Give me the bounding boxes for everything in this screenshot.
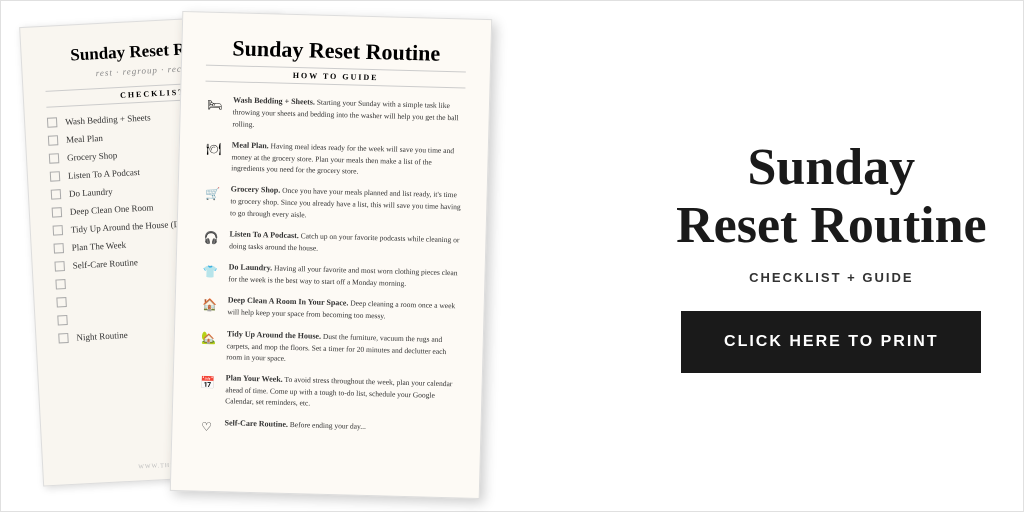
laundry-icon: 👕 — [200, 262, 221, 283]
checkbox — [52, 208, 63, 219]
checkbox — [50, 172, 61, 183]
guide-item: 🛏 Wash Bedding + Sheets. Starting your S… — [204, 94, 465, 135]
checkbox — [56, 297, 67, 308]
guide-page: Sunday Reset Routine HOW TO GUIDE 🛏 Wash… — [170, 11, 492, 499]
checkbox — [54, 261, 65, 272]
guide-subtitle: HOW TO GUIDE — [205, 65, 465, 89]
cart-icon: 🛒 — [202, 184, 223, 205]
sub-label: CHECKLIST + GUIDE — [749, 270, 913, 285]
checkbox — [53, 226, 64, 237]
selfcare-icon: ♡ — [196, 417, 217, 438]
guide-item: 🎧 Listen To A Podcast. Catch up on your … — [201, 227, 462, 257]
documents-section: Sunday Reset Routine rest · regroup · re… — [1, 0, 640, 512]
guide-item: 🍽 Meal Plan. Having meal ideas ready for… — [203, 139, 464, 180]
checkbox — [49, 154, 60, 165]
podcast-icon: 🎧 — [201, 228, 222, 249]
calendar-icon: 📅 — [197, 373, 218, 394]
guide-item: 🛒 Grocery Shop. Once you have your meals… — [202, 183, 463, 224]
checkbox — [47, 118, 58, 129]
guide-item: ♡ Self-Care Routine. Before ending your … — [196, 416, 456, 444]
clean-icon: 🏠 — [199, 295, 220, 316]
checkbox — [58, 333, 69, 344]
tidy-icon: 🏡 — [199, 328, 220, 349]
right-panel: Sunday Reset Routine CHECKLIST + GUIDE C… — [640, 0, 1023, 512]
checkbox — [51, 190, 62, 201]
guide-item: 👕 Do Laundry. Having all your favorite a… — [200, 261, 461, 291]
checkbox — [48, 136, 59, 147]
guide-item: 🏡 Tidy Up Around the House. Dust the fur… — [198, 327, 459, 368]
bed-icon: 🛏 — [205, 95, 226, 116]
main-title: Sunday Reset Routine — [676, 139, 987, 253]
guide-item: 🏠 Deep Clean A Room In Your Space. Deep … — [199, 294, 460, 324]
checkbox — [57, 315, 68, 326]
print-button[interactable]: CLICK HERE TO PRINT — [681, 311, 981, 373]
checkbox — [55, 279, 66, 290]
guide-title: Sunday Reset Routine — [206, 35, 467, 68]
meal-icon: 🍽 — [203, 140, 224, 161]
guide-item: 📅 Plan Your Week. To avoid stress throug… — [197, 372, 458, 413]
checkbox — [54, 243, 65, 254]
